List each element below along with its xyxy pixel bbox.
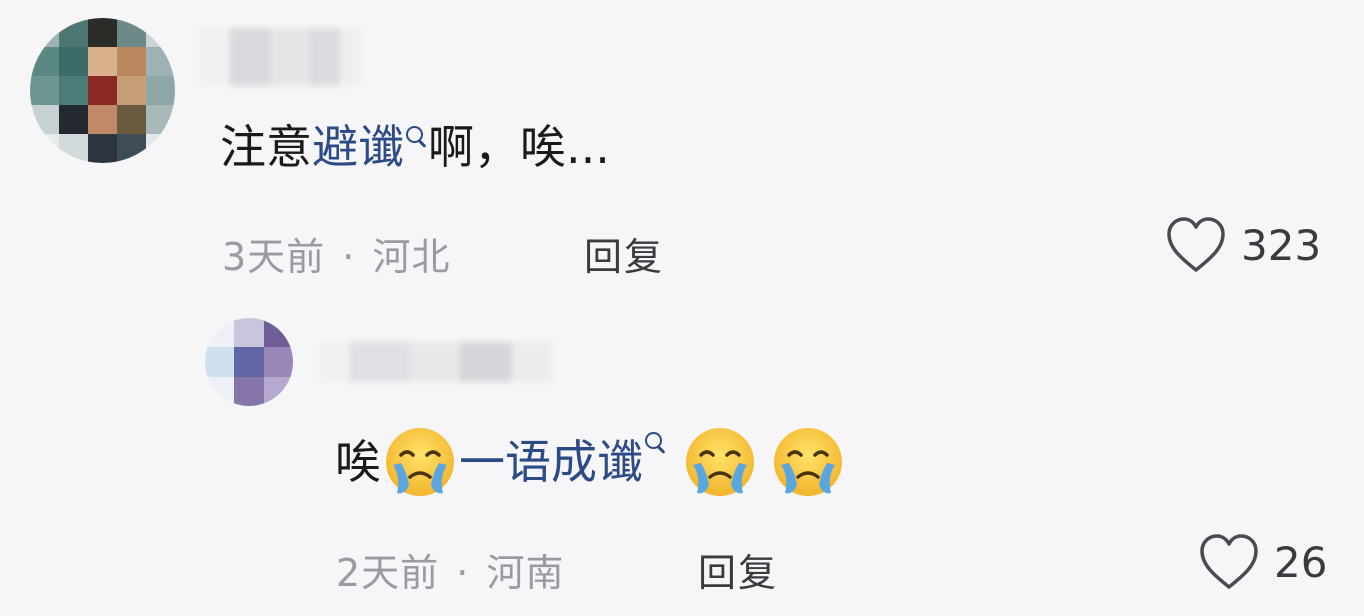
- avatar[interactable]: [30, 18, 175, 163]
- heart-outline-icon[interactable]: [1165, 216, 1227, 274]
- comment-meta: 2天前 · 河南: [336, 542, 564, 597]
- meta-separator: ·: [456, 551, 470, 595]
- search-icon[interactable]: [643, 430, 667, 460]
- comment-text: 注意避谶 啊，唉...: [220, 124, 610, 170]
- meta-separator: ·: [342, 235, 356, 279]
- reply-button[interactable]: 回复: [584, 226, 664, 281]
- keyword-search-link[interactable]: 一语成谶: [459, 439, 643, 485]
- username-redacted[interactable]: [320, 342, 552, 382]
- crying-face-emoji: [774, 428, 842, 496]
- crying-face-emoji: [386, 428, 454, 496]
- comment-location: 河南: [486, 551, 565, 595]
- username-redacted[interactable]: [200, 28, 360, 86]
- comment-time: 2天前: [336, 551, 440, 595]
- reply-button[interactable]: 回复: [698, 542, 778, 597]
- like-count: 323: [1241, 220, 1322, 270]
- like-button[interactable]: 323: [1165, 216, 1321, 274]
- avatar[interactable]: [205, 318, 293, 406]
- crying-face-emoji: [686, 428, 754, 496]
- comment-text: 唉 一语成谶: [335, 424, 847, 500]
- comment-location: 河北: [372, 235, 451, 279]
- like-button[interactable]: 26: [1198, 533, 1327, 591]
- comment-time: 3天前: [222, 235, 326, 279]
- comment-text-plain: 唉: [335, 435, 381, 489]
- keyword-search-link[interactable]: 避谶: [312, 120, 404, 174]
- comment-meta: 3天前 · 河北: [222, 226, 450, 281]
- like-count: 26: [1274, 537, 1328, 587]
- search-icon[interactable]: [404, 124, 428, 154]
- comment-text-plain: 注意: [220, 120, 312, 174]
- heart-outline-icon[interactable]: [1198, 533, 1260, 591]
- comment-text-plain: 啊，唉...: [428, 120, 610, 174]
